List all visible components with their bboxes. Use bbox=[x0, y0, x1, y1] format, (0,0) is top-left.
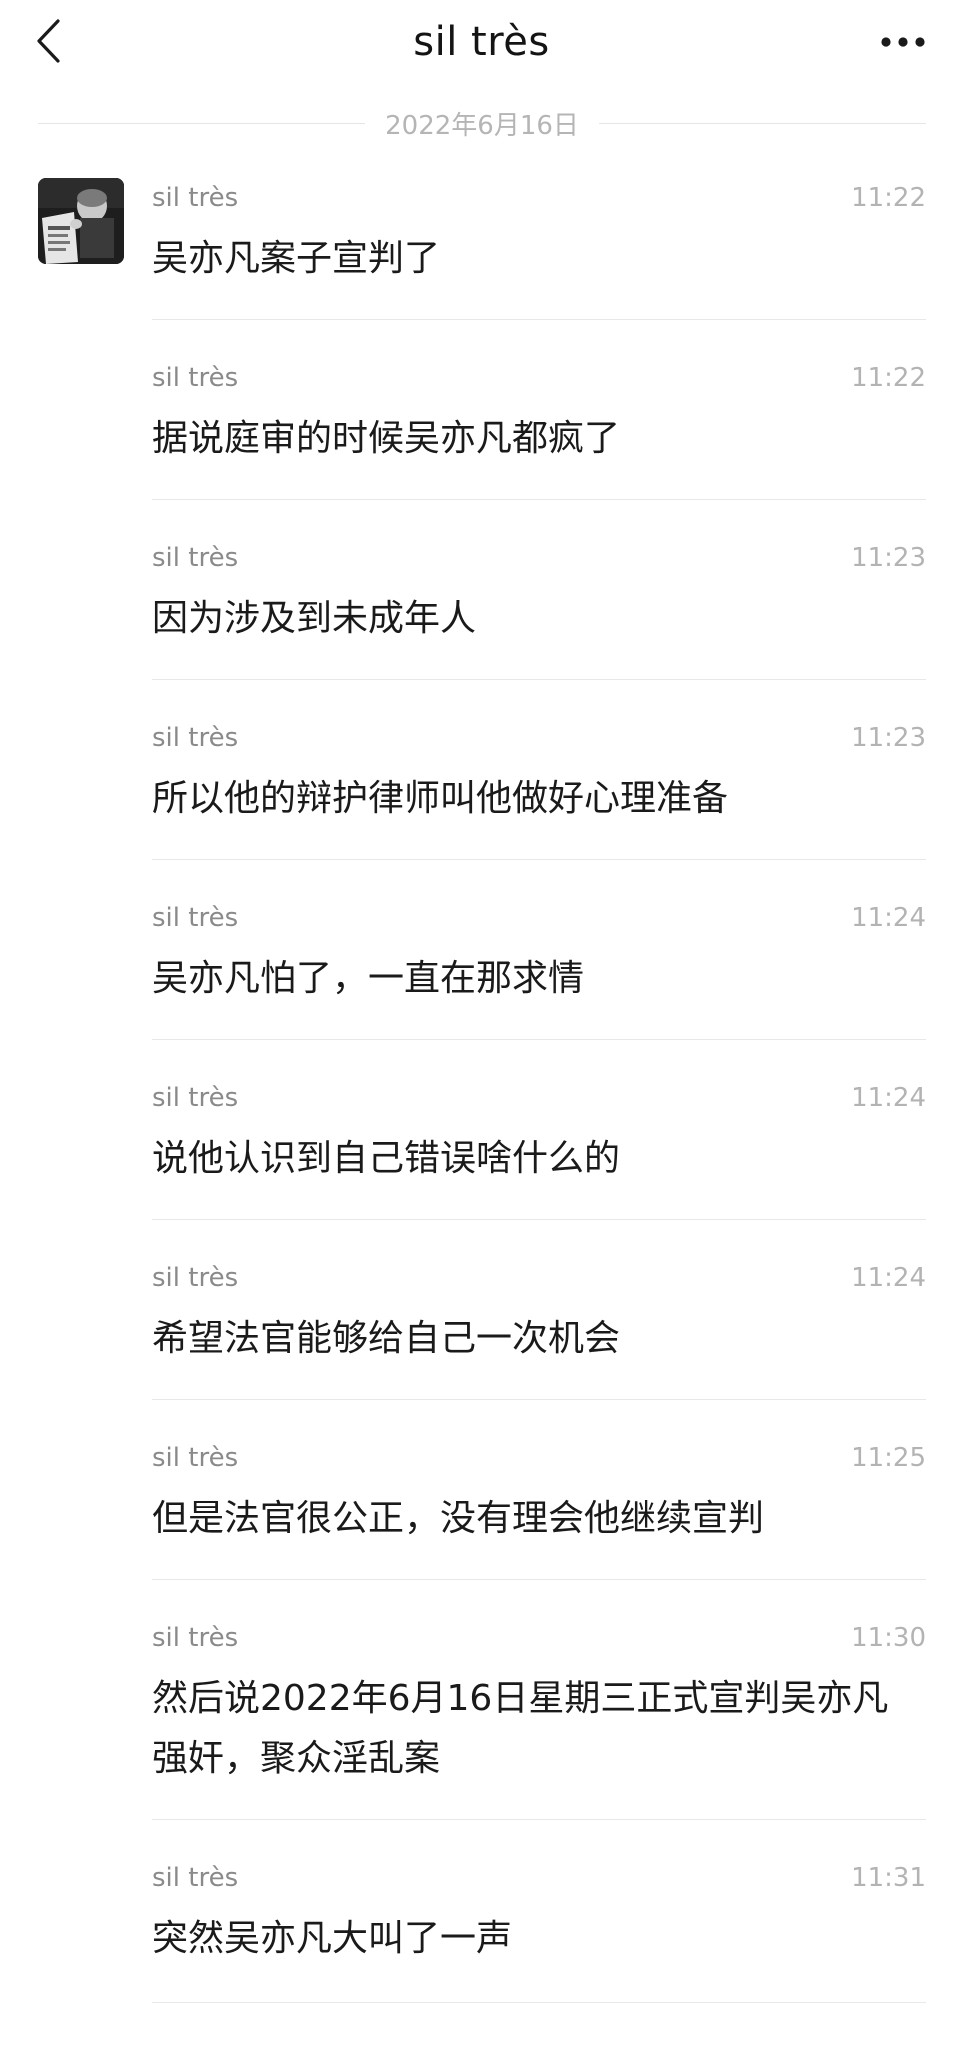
message-time: 11:24 bbox=[851, 1083, 926, 1113]
sender-name: sil très bbox=[152, 183, 239, 213]
message-item[interactable]: sil très 11:23 因为涉及到未成年人 bbox=[152, 541, 926, 681]
divider-line bbox=[598, 122, 927, 124]
message-separator bbox=[152, 2002, 926, 2003]
message-text: 但是法官很公正，没有理会他继续宣判 bbox=[152, 1498, 765, 1539]
message-text: 说他认识到自己错误啥什么的 bbox=[152, 1138, 621, 1179]
sender-name: sil très bbox=[152, 1623, 239, 1653]
message-item[interactable]: sil très 11:30 然后说2022年6月16日星期三正式宣判吴亦凡强奸… bbox=[152, 1621, 926, 1821]
message-text: 突然吴亦凡大叫了一声 bbox=[152, 1918, 513, 1959]
message-separator bbox=[152, 499, 926, 500]
message-item[interactable]: sil très 11:22 据说庭审的时候吴亦凡都疯了 bbox=[152, 361, 926, 501]
message-separator bbox=[152, 319, 926, 320]
message-time: 11:25 bbox=[851, 1443, 926, 1473]
message-text: 所以他的辩护律师叫他做好心理准备 bbox=[152, 778, 729, 819]
message-separator bbox=[152, 679, 926, 680]
message-time: 11:23 bbox=[851, 543, 926, 573]
message-item[interactable]: sil très 11:25 但是法官很公正，没有理会他继续宣判 bbox=[152, 1441, 926, 1581]
sender-name: sil très bbox=[152, 1083, 239, 1113]
sender-name: sil très bbox=[152, 543, 239, 573]
chat-header: sil très bbox=[0, 0, 963, 84]
message-separator bbox=[152, 1819, 926, 1820]
message-separator bbox=[152, 1399, 926, 1400]
avatar-image bbox=[38, 178, 124, 264]
sender-name: sil très bbox=[152, 363, 239, 393]
message-separator bbox=[152, 859, 926, 860]
sender-name: sil très bbox=[152, 1263, 239, 1293]
message-item[interactable]: sil très 11:24 说他认识到自己错误啥什么的 bbox=[152, 1081, 926, 1221]
date-label: 2022年6月16日 bbox=[385, 110, 579, 141]
more-options-button[interactable] bbox=[873, 22, 933, 62]
sender-name: sil très bbox=[152, 1443, 239, 1473]
message-separator bbox=[152, 1579, 926, 1580]
message-item[interactable]: sil très 11:24 希望法官能够给自己一次机会 bbox=[152, 1261, 926, 1401]
message-time: 11:24 bbox=[851, 1263, 926, 1293]
message-separator bbox=[152, 1039, 926, 1040]
message-time: 11:23 bbox=[851, 723, 926, 753]
divider-line bbox=[38, 122, 366, 124]
message-item[interactable]: sil très 11:22 吴亦凡案子宣判了 bbox=[152, 181, 926, 321]
message-time: 11:30 bbox=[851, 1623, 926, 1653]
message-time: 11:24 bbox=[851, 903, 926, 933]
message-time: 11:22 bbox=[851, 363, 926, 393]
chat-title: sil très bbox=[413, 19, 550, 65]
message-item[interactable]: sil très 11:31 突然吴亦凡大叫了一声 bbox=[152, 1861, 926, 2003]
message-separator bbox=[152, 1219, 926, 1220]
message-text: 吴亦凡怕了，一直在那求情 bbox=[152, 958, 585, 999]
message-text: 吴亦凡案子宣判了 bbox=[152, 238, 441, 279]
message-text: 希望法官能够给自己一次机会 bbox=[152, 1318, 621, 1359]
message-time: 11:31 bbox=[851, 1863, 926, 1893]
message-item[interactable]: sil très 11:23 所以他的辩护律师叫他做好心理准备 bbox=[152, 721, 926, 861]
message-item[interactable]: sil très 11:24 吴亦凡怕了，一直在那求情 bbox=[152, 901, 926, 1041]
sender-name: sil très bbox=[152, 1863, 239, 1893]
message-time: 11:22 bbox=[851, 183, 926, 213]
message-text: 据说庭审的时候吴亦凡都疯了 bbox=[152, 418, 621, 459]
message-text: 因为涉及到未成年人 bbox=[152, 598, 477, 639]
sender-name: sil très bbox=[152, 723, 239, 753]
more-horizontal-icon bbox=[881, 37, 925, 47]
message-text: 然后说2022年6月16日星期三正式宣判吴亦凡强奸，聚众淫乱案 bbox=[152, 1678, 889, 1779]
sender-name: sil très bbox=[152, 903, 239, 933]
date-divider: 2022年6月16日 bbox=[38, 103, 927, 143]
avatar[interactable] bbox=[38, 178, 124, 264]
